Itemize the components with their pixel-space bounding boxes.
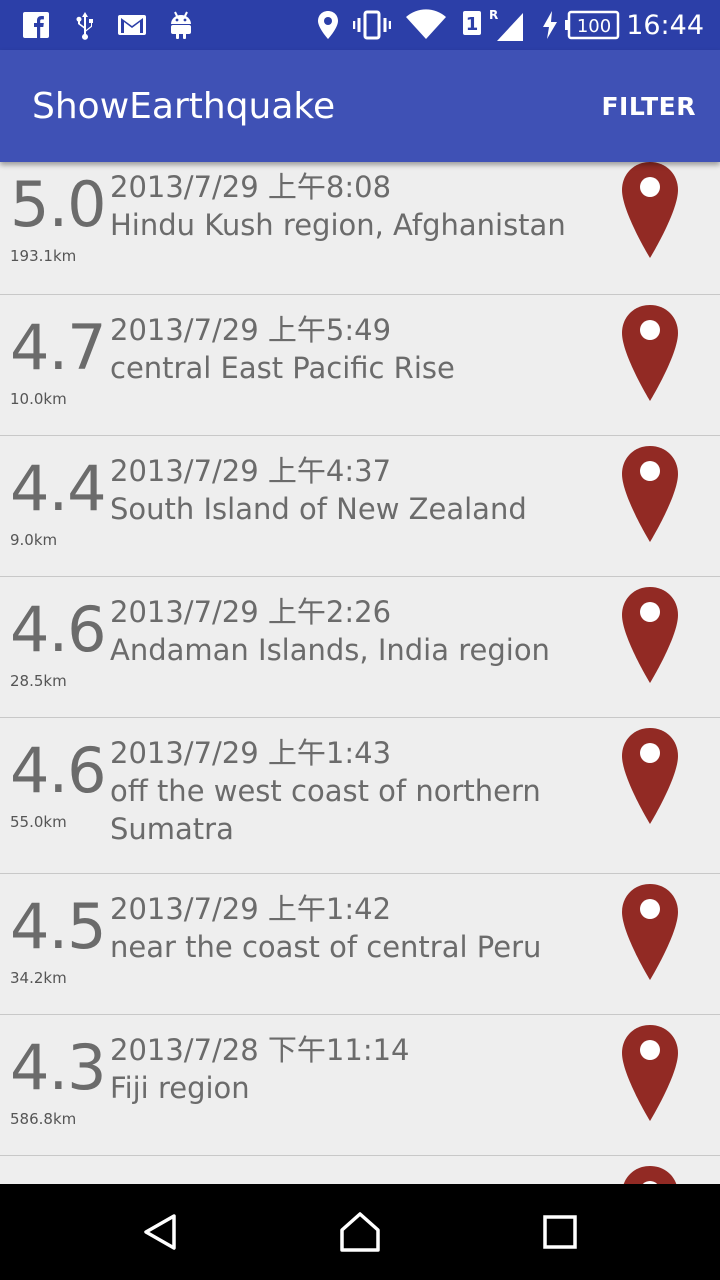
- earthquake-row[interactable]: 4.4 9.0km 2013/7/29 上午4:37 South Island of …: [0, 436, 720, 577]
- event-place: Fiji region: [110, 1071, 250, 1105]
- map-pin-icon[interactable]: [620, 1164, 680, 1184]
- map-pin-icon[interactable]: [620, 444, 680, 544]
- depth: 9.0km: [10, 531, 58, 549]
- depth: 34.2km: [10, 969, 67, 987]
- gmail-icon: [116, 0, 148, 50]
- battery-level-text: 100: [577, 16, 611, 37]
- map-pin-icon[interactable]: [620, 882, 680, 982]
- map-pin-icon[interactable]: [620, 726, 680, 826]
- map-pin-icon[interactable]: [620, 162, 680, 260]
- magnitude: 4.4: [10, 452, 107, 525]
- earthquake-row[interactable]: 4.5 34.2km 2013/7/29 上午1:42 near the coast …: [0, 874, 720, 1015]
- magnitude: 4.6: [10, 593, 107, 666]
- app-bar: ShowEarthquake FILTER: [0, 50, 720, 162]
- earthquake-row[interactable]: 4.7 10.0km 2013/7/29 上午5:49 central East Pa…: [0, 295, 720, 436]
- status-clock: 16:44: [626, 9, 704, 41]
- vibrate-icon: [352, 0, 392, 50]
- event-time: 2013/7/29 上午5:49: [110, 313, 392, 347]
- app-title: ShowEarthquake: [32, 85, 336, 127]
- depth: 193.1km: [10, 247, 77, 265]
- magnitude: 4.7: [10, 311, 107, 384]
- event-time: 2013/7/29 上午1:42: [110, 892, 392, 926]
- magnitude: 5.0: [10, 168, 107, 241]
- usb-icon: [70, 0, 100, 50]
- home-icon: [340, 1212, 380, 1252]
- event-time: 2013/7/29 上午2:26: [110, 595, 392, 629]
- map-pin-icon[interactable]: [620, 303, 680, 403]
- event-place: South Island of New Zealand: [110, 492, 527, 526]
- event-place: Andaman Islands, India region: [110, 633, 550, 667]
- event-place: Hindu Kush region, Afghanistan: [110, 208, 566, 242]
- back-button[interactable]: [110, 1184, 210, 1280]
- map-pin-icon[interactable]: [620, 1023, 680, 1123]
- magnitude: 4.6: [10, 734, 107, 807]
- home-button[interactable]: [310, 1184, 410, 1280]
- filter-button[interactable]: FILTER: [601, 50, 696, 162]
- earthquake-row[interactable]: 4.3 586.8km 2013/7/28 下午11:14 Fiji region: [0, 1015, 720, 1156]
- signal-icon: 1 R: [460, 0, 528, 50]
- depth: 55.0km: [10, 813, 67, 831]
- roaming-text: R: [489, 8, 498, 22]
- status-bar: 1 R 100 16:44: [0, 0, 720, 50]
- event-place: near the coast of central Peru: [110, 930, 542, 964]
- navigation-bar: [0, 1184, 720, 1280]
- earthquake-list[interactable]: 5.0 193.1km 2013/7/29 上午8:08 Hindu Kush reg…: [0, 162, 720, 1184]
- facebook-icon: [20, 0, 52, 50]
- map-pin-icon[interactable]: [620, 585, 680, 685]
- back-icon: [144, 1214, 176, 1250]
- android-icon: [166, 0, 196, 50]
- recents-button[interactable]: [510, 1184, 610, 1280]
- earthquake-row[interactable]: 5.0 193.1km 2013/7/29 上午8:08 Hindu Kush reg…: [0, 162, 720, 295]
- event-time: 2013/7/29 上午4:37: [110, 454, 392, 488]
- magnitude: 4.3: [10, 1031, 107, 1104]
- recents-icon: [543, 1215, 577, 1249]
- event-time: 2013/7/29 上午8:08: [110, 170, 392, 204]
- event-place: off the west coast of northern Sumatra: [110, 774, 541, 846]
- earthquake-row[interactable]: 4.6 28.5km 2013/7/29 上午2:26 Andaman Islands…: [0, 577, 720, 718]
- event-time: 2013/7/29 上午1:43: [110, 736, 392, 770]
- charging-icon: [538, 0, 562, 50]
- depth: 10.0km: [10, 390, 67, 408]
- wifi-icon: [404, 0, 448, 50]
- event-time: 2013/7/28 下午11:14: [110, 1033, 410, 1067]
- depth: 28.5km: [10, 672, 67, 690]
- sim-slot-text: 1: [466, 14, 479, 35]
- location-icon: [314, 0, 342, 50]
- depth: 586.8km: [10, 1110, 77, 1128]
- earthquake-row[interactable]: 4.6 55.0km 2013/7/29 上午1:43 off the west co…: [0, 718, 720, 874]
- event-place: central East Pacific Rise: [110, 351, 455, 385]
- magnitude: 4.5: [10, 890, 107, 963]
- battery-icon: 100: [564, 0, 620, 50]
- earthquake-row[interactable]: [0, 1156, 720, 1184]
